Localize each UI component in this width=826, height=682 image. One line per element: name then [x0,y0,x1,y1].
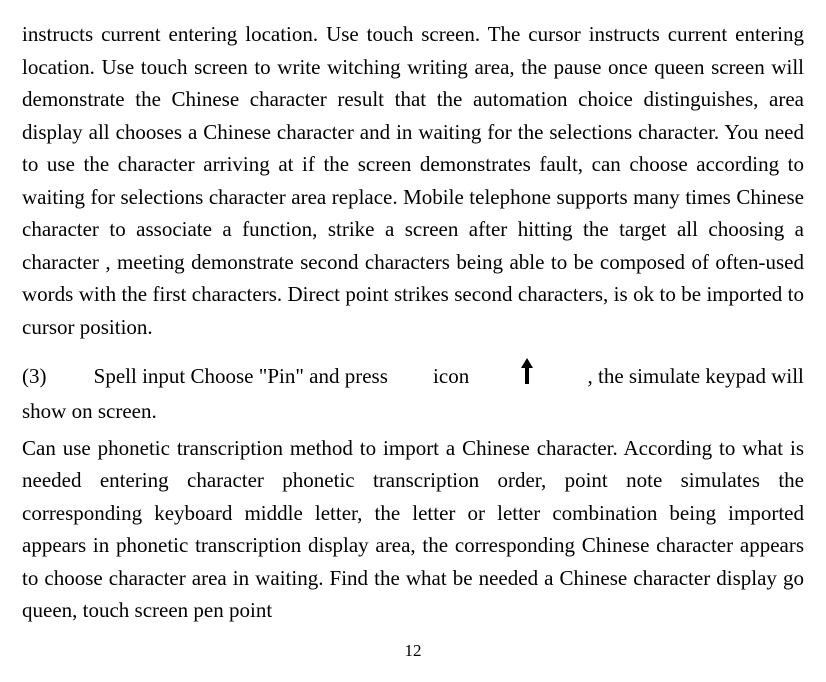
body-paragraph-1: instructs current entering location. Use… [22,18,804,343]
section-3-block: (3) Spell input Choose "Pin" and press i… [22,357,804,427]
section-3-label: (3) [22,360,47,393]
section-3-line2: show on screen. [22,395,804,428]
up-arrow-icon [520,357,534,395]
body-paragraph-3: Can use phonetic transcription method to… [22,432,804,627]
section-3-text-after: , the simulate keypad will [588,360,804,393]
section-3-icon-word: icon [433,360,469,393]
page-number: 12 [0,638,826,664]
section-3-text-before: Spell input Choose "Pin" and press [94,360,388,393]
section-3-line1: (3) Spell input Choose "Pin" and press i… [22,357,804,395]
